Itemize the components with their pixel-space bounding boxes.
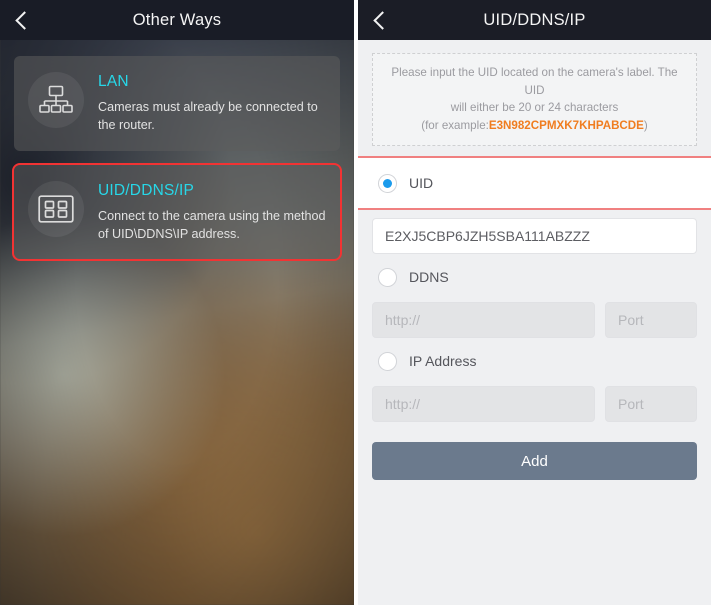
ip-host-input[interactable]: http:// — [372, 386, 595, 423]
card-lan-title: LAN — [98, 73, 129, 90]
radio-ddns-icon[interactable] — [378, 267, 397, 287]
ddns-port-input[interactable]: Port — [605, 302, 697, 339]
background-artifact-area — [358, 490, 711, 605]
ip-field-wrap: http:// Port — [358, 384, 711, 423]
back-button-uid-form[interactable] — [358, 0, 406, 40]
card-lan[interactable]: LAN Cameras must already be connected to… — [14, 56, 340, 151]
page-title-uid-ddns-ip: UID/DDNS/IP — [483, 10, 586, 29]
instruction-example-suffix: ) — [643, 118, 648, 132]
uid-input[interactable]: E2XJ5CBP6JZH5SBA111ABZZZ — [372, 218, 697, 255]
radio-uid-label: UID — [409, 175, 434, 192]
radio-ddns-label: DDNS — [409, 269, 449, 286]
left-panel-other-ways: Other Ways LAN Cameras must already be c… — [0, 0, 354, 605]
card-uid-title: UID/DDNS/IP — [98, 181, 195, 199]
right-header-bar: UID/DDNS/IP — [358, 0, 711, 40]
radio-ip-address-icon[interactable] — [378, 351, 397, 371]
ddns-host-input[interactable]: http:// — [372, 302, 595, 339]
chevron-left-icon — [14, 10, 34, 30]
radio-row-ddns[interactable]: DDNS — [358, 254, 711, 300]
add-button[interactable]: Add — [372, 442, 697, 481]
app-screen: Other Ways LAN Cameras must already be c… — [0, 0, 711, 605]
radio-row-uid[interactable]: UID — [358, 156, 711, 211]
radio-uid-icon[interactable] — [378, 173, 397, 193]
instruction-example-code: E3N982CPMXK7KHPABCDE — [488, 118, 644, 132]
card-lan-description: Cameras must already be connected to the… — [98, 100, 318, 133]
instruction-line-1: Please input the UID located on the came… — [391, 66, 678, 97]
connection-method-list: LAN Cameras must already be connected to… — [0, 56, 354, 261]
instruction-example-prefix: (for example: — [421, 118, 489, 132]
card-uid-description: Connect to the camera using the method o… — [98, 208, 326, 241]
card-uid-ddns-ip[interactable]: UID/DDNS/IP Connect to the camera using … — [12, 162, 342, 261]
right-panel-uid-form: UID/DDNS/IP Please input the UID located… — [358, 0, 711, 605]
card-uid-body: UID/DDNS/IP Connect to the camera using … — [98, 181, 326, 244]
card-lan-body: LAN Cameras must already be connected to… — [98, 72, 326, 135]
instruction-line-2: will either be 20 or 24 characters — [450, 101, 619, 115]
uid-field-wrap: E2XJ5CBP6JZH5SBA111ABZZZ — [358, 210, 711, 255]
network-topology-icon — [39, 85, 73, 113]
ip-port-input[interactable]: Port — [605, 386, 697, 423]
page-title-other-ways: Other Ways — [132, 10, 222, 29]
radio-ip-address-label: IP Address — [409, 353, 477, 370]
back-button-other-ways[interactable] — [0, 0, 48, 40]
left-header-bar: Other Ways — [0, 0, 354, 40]
uid-instruction-box: Please input the UID located on the came… — [372, 53, 697, 147]
card-uid-icon-circle — [28, 180, 84, 237]
card-lan-icon-circle — [28, 72, 84, 128]
chevron-left-icon — [372, 10, 392, 30]
ddns-field-wrap: http:// Port — [358, 300, 711, 339]
device-grid-icon — [38, 194, 74, 223]
radio-row-ip-address[interactable]: IP Address — [358, 338, 711, 384]
